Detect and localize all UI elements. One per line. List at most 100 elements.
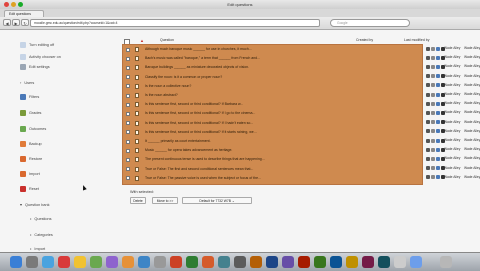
app-icon[interactable] xyxy=(378,256,390,268)
row-checkbox[interactable] xyxy=(126,148,130,153)
tab-edit-questions[interactable]: Edit questions xyxy=(4,10,44,17)
table-row[interactable]: Is this sentence first, second or third … xyxy=(123,110,422,117)
sidebar-item-questions[interactable]: • Questions xyxy=(30,216,52,221)
edit-icon[interactable] xyxy=(426,74,430,79)
table-row[interactable]: The present continuous tense is used to … xyxy=(123,156,422,163)
edit-icon[interactable] xyxy=(426,166,430,171)
app-icon[interactable] xyxy=(298,256,310,268)
duplicate-icon[interactable] xyxy=(431,120,435,125)
edit-icon[interactable] xyxy=(426,46,430,51)
row-checkbox[interactable] xyxy=(126,157,130,162)
duplicate-icon[interactable] xyxy=(431,129,435,134)
powerpoint-icon[interactable] xyxy=(202,256,214,268)
table-row[interactable]: Music ______ for opera takes advancement… xyxy=(123,147,422,154)
table-row[interactable]: Is this sentence first, second or third … xyxy=(123,129,422,136)
sidebar-item-filters[interactable]: Filters xyxy=(20,94,39,100)
table-row[interactable]: Is the noun a collective noun? xyxy=(123,83,422,90)
last-modified-column-header[interactable]: Last modified by xyxy=(404,38,430,42)
preview-icon[interactable] xyxy=(436,138,440,143)
preview-icon[interactable] xyxy=(436,175,440,180)
preview-icon[interactable] xyxy=(436,166,440,171)
duplicate-icon[interactable] xyxy=(431,74,435,79)
finder-icon[interactable] xyxy=(10,256,22,268)
back-button[interactable]: ◀ xyxy=(3,19,11,26)
preview-icon[interactable] xyxy=(218,256,230,268)
table-row[interactable]: Is the noun abstract? xyxy=(123,92,422,99)
url-bar[interactable]: moodle.gmc.edu.au/question/edit.php?cour… xyxy=(30,19,320,27)
forward-button[interactable]: ▶ xyxy=(12,19,20,26)
duplicate-icon[interactable] xyxy=(431,46,435,51)
calendar-icon[interactable] xyxy=(58,256,70,268)
trash-icon[interactable] xyxy=(440,256,452,268)
reload-button[interactable]: ↻ xyxy=(21,19,29,26)
table-row[interactable]: Classify the noun: is it a common or pro… xyxy=(123,74,422,81)
table-row[interactable]: Bach's music was called "baroque," a ter… xyxy=(123,55,422,62)
edit-icon[interactable] xyxy=(426,64,430,69)
app-icon[interactable] xyxy=(394,256,406,268)
table-row[interactable]: It ______ primarily as court entertainme… xyxy=(123,138,422,145)
table-row[interactable]: True or False: The first and second cond… xyxy=(123,166,422,173)
sidebar-item-edit-settings[interactable]: Edit settings xyxy=(20,64,50,70)
row-checkbox[interactable] xyxy=(126,56,130,61)
search-input[interactable]: Google xyxy=(330,19,410,27)
row-checkbox[interactable] xyxy=(126,84,130,89)
sidebar-item-grades[interactable]: Grades xyxy=(20,110,41,116)
app-icon[interactable] xyxy=(282,256,294,268)
edit-icon[interactable] xyxy=(426,138,430,143)
sidebar-item-import[interactable]: Import xyxy=(20,171,40,177)
app-icon[interactable] xyxy=(250,256,262,268)
row-checkbox[interactable] xyxy=(126,111,130,116)
edit-icon[interactable] xyxy=(426,147,430,152)
table-row[interactable]: Is this sentence first, second or third … xyxy=(123,120,422,127)
duplicate-icon[interactable] xyxy=(431,83,435,88)
created-by-column-header[interactable]: Created by xyxy=(356,38,373,42)
duplicate-icon[interactable] xyxy=(431,55,435,60)
preview-icon[interactable] xyxy=(436,101,440,106)
duplicate-icon[interactable] xyxy=(431,110,435,115)
delete-button[interactable]: Delete xyxy=(130,197,146,204)
word-icon[interactable] xyxy=(170,256,182,268)
safari-icon[interactable] xyxy=(42,256,54,268)
category-select[interactable]: Default for 7732 W7B ⌄ xyxy=(182,197,252,204)
table-row[interactable]: True or False: The passive voice is used… xyxy=(123,175,422,182)
edit-icon[interactable] xyxy=(426,156,430,161)
preview-icon[interactable] xyxy=(436,74,440,79)
sidebar-item-import-questions[interactable]: • Import xyxy=(30,246,45,251)
sidebar-item-users[interactable]: › Users xyxy=(20,80,34,85)
duplicate-icon[interactable] xyxy=(431,138,435,143)
duplicate-icon[interactable] xyxy=(431,156,435,161)
preview-icon[interactable] xyxy=(436,92,440,97)
downloads-folder-icon[interactable] xyxy=(410,256,422,268)
preview-icon[interactable] xyxy=(436,83,440,88)
question-column-header[interactable]: Question xyxy=(160,38,174,42)
edit-icon[interactable] xyxy=(426,175,430,180)
preview-icon[interactable] xyxy=(436,147,440,152)
terminal-icon[interactable] xyxy=(234,256,246,268)
preview-icon[interactable] xyxy=(436,46,440,51)
preview-icon[interactable] xyxy=(436,120,440,125)
app-store-icon[interactable] xyxy=(138,256,150,268)
duplicate-icon[interactable] xyxy=(431,175,435,180)
edit-icon[interactable] xyxy=(426,83,430,88)
duplicate-icon[interactable] xyxy=(431,166,435,171)
notes-icon[interactable] xyxy=(74,256,86,268)
sidebar-item-categories[interactable]: • Categories xyxy=(30,232,53,237)
preview-icon[interactable] xyxy=(436,64,440,69)
row-checkbox[interactable] xyxy=(126,176,130,181)
edit-icon[interactable] xyxy=(426,101,430,106)
sidebar-item-outcomes[interactable]: Outcomes xyxy=(20,126,46,132)
launchpad-icon[interactable] xyxy=(26,256,38,268)
sidebar-item-restore[interactable]: Restore xyxy=(20,156,42,162)
row-checkbox[interactable] xyxy=(126,47,130,52)
sidebar-item-activity-chooser[interactable]: Activity chooser on xyxy=(20,54,61,60)
row-checkbox[interactable] xyxy=(126,102,130,107)
row-checkbox[interactable] xyxy=(126,139,130,144)
preview-icon[interactable] xyxy=(436,156,440,161)
edit-icon[interactable] xyxy=(426,92,430,97)
firefox-icon[interactable] xyxy=(122,256,134,268)
app-icon[interactable] xyxy=(330,256,342,268)
edit-icon[interactable] xyxy=(426,110,430,115)
row-checkbox[interactable] xyxy=(126,121,130,126)
app-icon[interactable] xyxy=(362,256,374,268)
sidebar-item-turn-editing-off[interactable]: Turn editing off xyxy=(20,42,54,48)
